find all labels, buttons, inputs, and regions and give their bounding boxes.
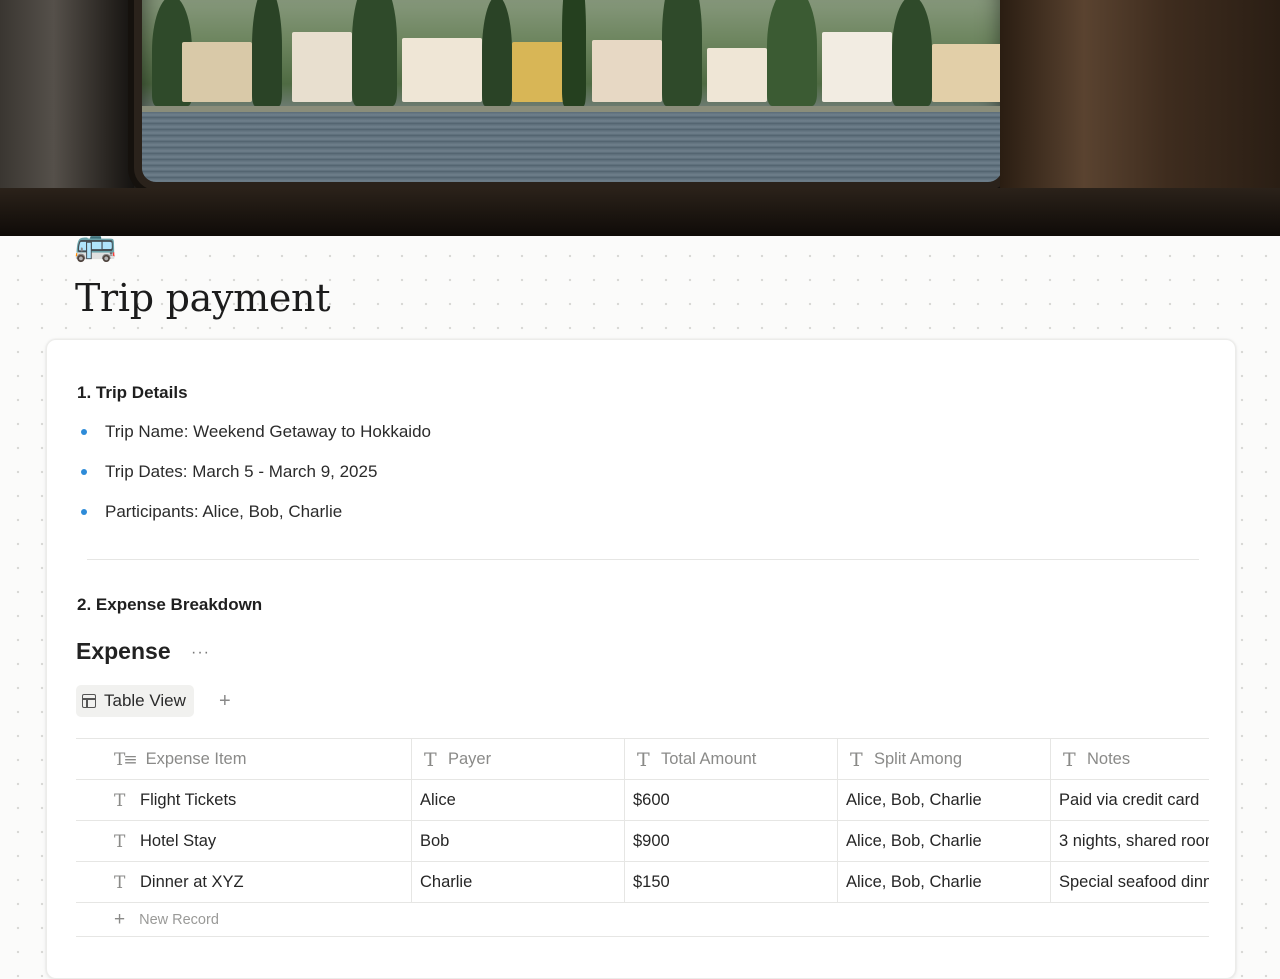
text-property-icon: T bbox=[424, 748, 437, 771]
text-property-icon: T bbox=[637, 748, 650, 771]
column-header-notes[interactable]: T Notes bbox=[1051, 739, 1209, 780]
list-item[interactable]: Participants: Alice, Bob, Charlie bbox=[77, 500, 431, 540]
cell-notes[interactable]: Special seafood dinner bbox=[1051, 862, 1209, 903]
page-text-icon: T bbox=[114, 831, 126, 852]
expense-breakdown-heading[interactable]: 2. Expense Breakdown bbox=[77, 595, 262, 615]
list-item[interactable]: Trip Dates: March 5 - March 9, 2025 bbox=[77, 460, 431, 500]
cell-notes[interactable]: 3 nights, shared room bbox=[1051, 821, 1209, 862]
text-property-icon: T bbox=[1063, 748, 1076, 771]
page-text-icon: T bbox=[114, 790, 126, 811]
table-header: T≡ Expense Item T Payer T Total Amount T… bbox=[76, 739, 1209, 780]
plus-icon: + bbox=[114, 908, 126, 930]
text-property-icon: T bbox=[850, 748, 863, 771]
cell-notes[interactable]: Paid via credit card bbox=[1051, 780, 1209, 821]
column-header-total-amount[interactable]: T Total Amount bbox=[625, 739, 838, 780]
cell-total-amount[interactable]: $900 bbox=[625, 821, 838, 862]
column-header-expense-item[interactable]: T≡ Expense Item bbox=[76, 739, 412, 780]
table-icon bbox=[82, 694, 96, 708]
page-title[interactable]: Trip payment bbox=[75, 276, 330, 320]
bus-icon[interactable]: 🚌 bbox=[74, 224, 116, 264]
trip-details-heading[interactable]: 1. Trip Details bbox=[77, 383, 188, 403]
table-row[interactable]: T Hotel Stay Bob $900 Alice, Bob, Charli… bbox=[76, 821, 1209, 862]
table-row[interactable]: T Dinner at XYZ Charlie $150 Alice, Bob,… bbox=[76, 862, 1209, 903]
cell-split-among[interactable]: Alice, Bob, Charlie bbox=[838, 862, 1051, 903]
list-item[interactable]: Trip Name: Weekend Getaway to Hokkaido bbox=[77, 420, 431, 460]
cell-total-amount[interactable]: $150 bbox=[625, 862, 838, 903]
cell-split-among[interactable]: Alice, Bob, Charlie bbox=[838, 821, 1051, 862]
trip-details-list: Trip Name: Weekend Getaway to Hokkaido T… bbox=[77, 420, 431, 540]
tab-table-view[interactable]: Table View bbox=[76, 685, 194, 717]
table-row[interactable]: T Flight Tickets Alice $600 Alice, Bob, … bbox=[76, 780, 1209, 821]
divider bbox=[87, 559, 1199, 560]
more-options-icon[interactable]: ··· bbox=[191, 644, 210, 662]
train-window-view bbox=[134, 0, 1010, 190]
cell-expense-item[interactable]: T Flight Tickets bbox=[76, 780, 412, 821]
window-sill bbox=[0, 188, 1280, 236]
cover-image[interactable] bbox=[0, 0, 1280, 236]
cell-split-among[interactable]: Alice, Bob, Charlie bbox=[838, 780, 1051, 821]
title-property-icon: T≡ bbox=[114, 749, 138, 770]
new-record-button[interactable]: + New Record bbox=[76, 903, 1209, 937]
expense-table: T≡ Expense Item T Payer T Total Amount T… bbox=[76, 738, 1209, 903]
column-header-payer[interactable]: T Payer bbox=[412, 739, 625, 780]
cell-payer[interactable]: Alice bbox=[412, 780, 625, 821]
cell-payer[interactable]: Charlie bbox=[412, 862, 625, 903]
cell-payer[interactable]: Bob bbox=[412, 821, 625, 862]
cell-expense-item[interactable]: T Dinner at XYZ bbox=[76, 862, 412, 903]
page-text-icon: T bbox=[114, 872, 126, 893]
content-card: 1. Trip Details Trip Name: Weekend Getaw… bbox=[46, 339, 1236, 979]
cell-expense-item[interactable]: T Hotel Stay bbox=[76, 821, 412, 862]
tab-label: Table View bbox=[104, 691, 186, 710]
cell-total-amount[interactable]: $600 bbox=[625, 780, 838, 821]
database-title[interactable]: Expense bbox=[76, 638, 171, 665]
column-header-split-among[interactable]: T Split Among bbox=[838, 739, 1051, 780]
add-view-icon[interactable]: + bbox=[219, 687, 231, 715]
